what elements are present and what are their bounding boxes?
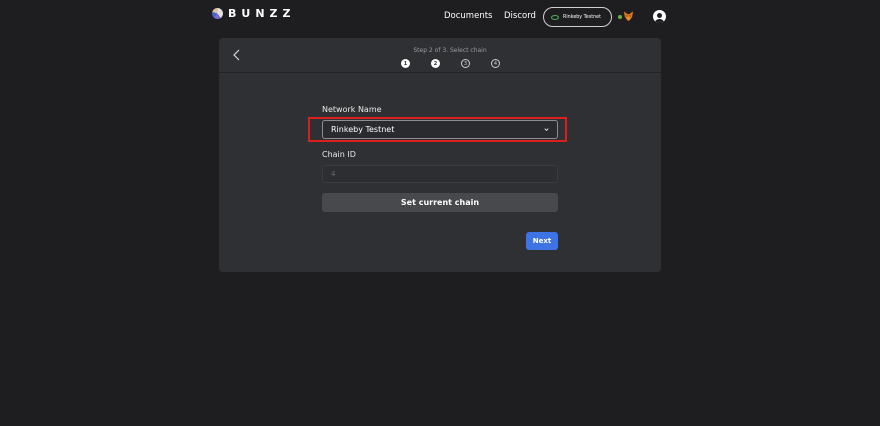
wizard-header: Step 2 of 3. Select chain 1 2 3 4 — [219, 38, 661, 73]
network-selector-button[interactable]: Rinkeby Testnet — [543, 7, 612, 27]
step-4: 4 — [491, 59, 500, 68]
step-3: 3 — [461, 59, 470, 68]
nav-documents-link[interactable]: Documents — [444, 11, 492, 21]
chevron-down-icon — [544, 128, 549, 131]
account-head-shape — [657, 12, 662, 18]
nav-discord-link[interactable]: Discord — [504, 11, 536, 21]
step-indicator: 1 2 3 4 — [401, 59, 521, 68]
network-name-select[interactable]: Rinkeby Testnet — [322, 120, 558, 139]
account-body-shape — [655, 18, 664, 23]
brand-logo[interactable]: BUNZZ — [212, 7, 295, 20]
account-icon[interactable] — [653, 10, 666, 23]
network-name-label: Network Name — [322, 105, 382, 114]
brand-name: BUNZZ — [228, 7, 296, 20]
network-pill-label: Rinkeby Testnet — [563, 14, 601, 20]
wizard-card: Step 2 of 3. Select chain 1 2 3 4 Networ… — [219, 38, 661, 272]
chain-id-label: Chain ID — [322, 150, 356, 159]
network-icon — [551, 14, 559, 20]
metamask-fox-icon[interactable] — [623, 10, 634, 22]
step-1: 1 — [401, 59, 410, 68]
network-name-value: Rinkeby Testnet — [331, 125, 395, 134]
connection-status-dot — [618, 15, 622, 19]
bunzz-logo-icon — [212, 8, 223, 19]
step-title: Step 2 of 3. Select chain — [413, 47, 487, 54]
set-current-chain-button[interactable]: Set current chain — [322, 193, 558, 212]
next-button[interactable]: Next — [526, 232, 558, 250]
top-bar: BUNZZ Documents Discord Rinkeby Testnet — [0, 0, 880, 34]
chain-id-input[interactable]: 4 — [322, 165, 558, 183]
step-2: 2 — [431, 59, 440, 68]
chain-id-value: 4 — [331, 170, 336, 178]
